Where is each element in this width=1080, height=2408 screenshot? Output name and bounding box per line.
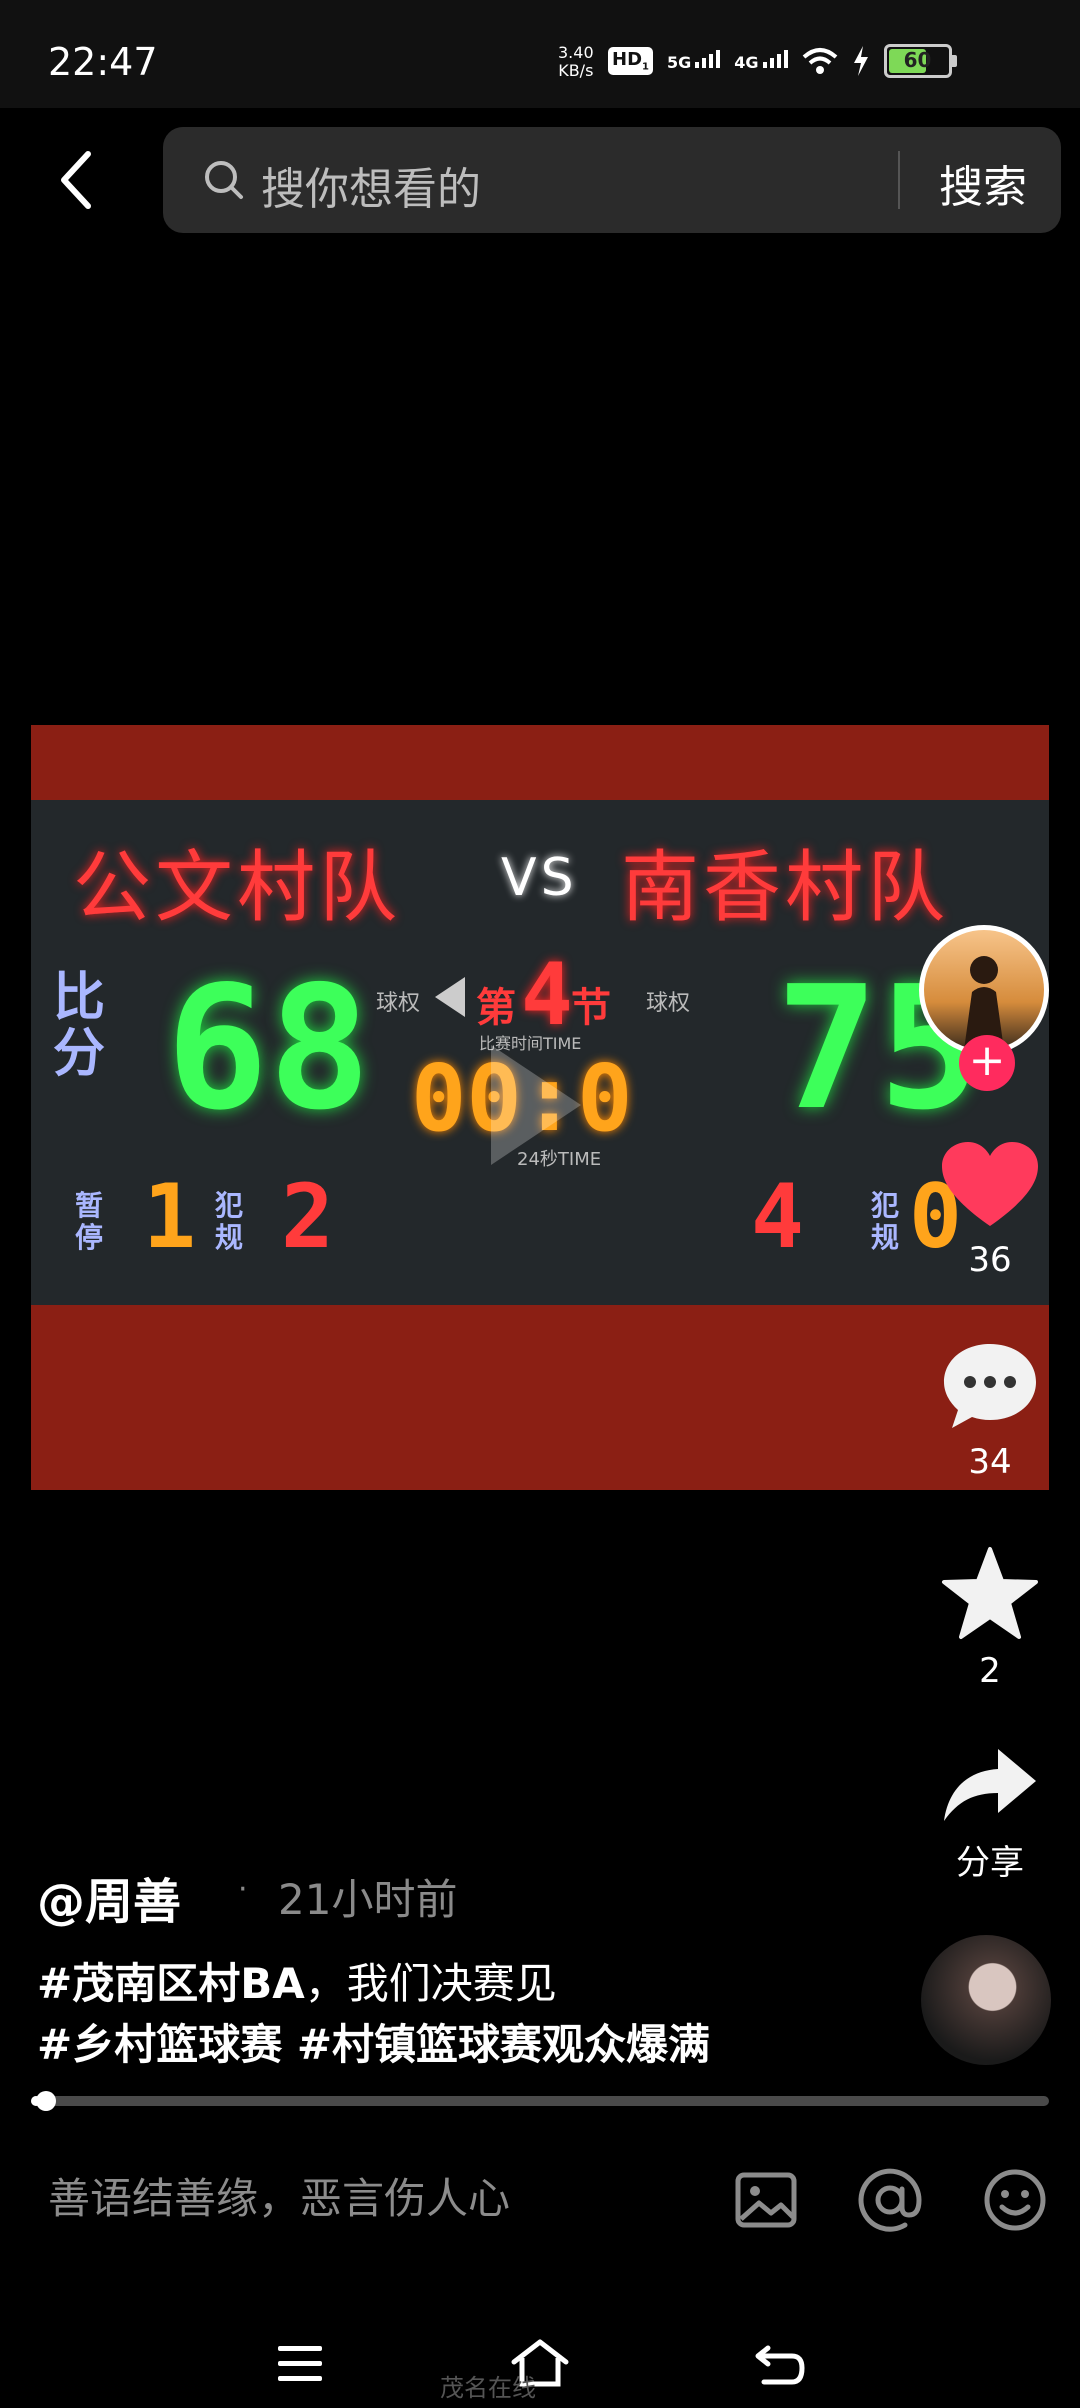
network-speed: 3.40 KB/s — [558, 43, 594, 80]
home-timeout-label: 暂停 — [75, 1189, 104, 1254]
video-player[interactable]: 公文村队 VS 南香村队 比分 68 75 球权 第 4 节 球权 比赛时间TI… — [31, 725, 1049, 1490]
video-progress-bar[interactable] — [31, 2096, 1049, 2106]
battery-icon: 60 — [883, 44, 957, 78]
away-team-name: 南香村队 — [621, 843, 950, 933]
signal-4g-icon: 4G — [734, 50, 788, 72]
share-arrow-icon — [944, 1749, 1036, 1821]
like-count: 36 — [968, 1240, 1012, 1280]
caption-text: ，我们决赛见 — [304, 1959, 557, 2008]
star-icon — [942, 1547, 1038, 1639]
caption-line-1: #茂南区村BA，我们决赛见 — [37, 1950, 557, 2011]
music-disc-avatar[interactable] — [921, 1935, 1051, 2065]
search-button[interactable]: 搜索 — [939, 151, 1027, 215]
away-foul-label: 犯规 — [871, 1189, 900, 1254]
person-silhouette-icon — [964, 956, 1004, 1050]
heart-icon — [942, 1142, 1038, 1226]
possession-right: 球权 — [646, 991, 691, 1016]
home-timeouts: 1 — [143, 1165, 196, 1268]
home-team-name: 公文村队 — [73, 843, 402, 933]
author-name[interactable]: @周善 — [37, 1862, 181, 1932]
mention-at-icon[interactable] — [857, 2167, 923, 2233]
possession-arrow-icon — [435, 977, 465, 1017]
system-nav-bar — [0, 2300, 1080, 2408]
favorite-count: 2 — [979, 1651, 1001, 1691]
comment-bubble-icon — [944, 1344, 1036, 1428]
comment-count: 34 — [968, 1442, 1012, 1482]
back-arrow-icon[interactable] — [56, 150, 96, 210]
post-time: 21小时前 — [278, 1875, 458, 1924]
search-bar[interactable]: 搜你想看的 搜索 — [163, 127, 1061, 233]
home-foul-label: 犯规 — [215, 1189, 244, 1254]
search-input[interactable]: 搜你想看的 — [261, 153, 481, 217]
charging-icon — [853, 46, 868, 76]
score-label: 比分 — [53, 968, 106, 1084]
possession-left: 球权 — [376, 991, 421, 1016]
follow-button[interactable]: + — [959, 1035, 1015, 1091]
share-button[interactable]: 分享 — [920, 1745, 1060, 1884]
back-nav-icon[interactable] — [754, 2344, 806, 2388]
favorite-button[interactable]: 2 — [920, 1545, 1060, 1691]
play-icon[interactable] — [491, 1045, 581, 1165]
menu-icon[interactable] — [276, 2344, 324, 2384]
wifi-icon — [802, 48, 837, 74]
watermark-logo: 茂名在线 — [440, 2374, 536, 2402]
image-icon[interactable] — [733, 2167, 799, 2233]
search-divider — [898, 151, 900, 209]
status-bar: 22:47 3.40 KB/s HD1 5G 4G 60 — [0, 0, 1080, 108]
search-icon — [205, 161, 243, 199]
period-prefix: 第 — [476, 985, 516, 1031]
comment-button[interactable]: 34 — [920, 1340, 1060, 1482]
emoji-icon[interactable] — [982, 2167, 1048, 2233]
progress-handle[interactable] — [36, 2091, 56, 2111]
home-score: 68 — [166, 950, 371, 1148]
status-icons: HD1 5G 4G 60 — [608, 44, 957, 78]
home-fouls: 2 — [281, 1165, 334, 1268]
hashtag-link[interactable]: #茂南区村BA — [37, 1959, 305, 2008]
hd-icon: HD1 — [608, 47, 653, 75]
status-time: 22:47 — [48, 40, 158, 84]
period-suffix: 节 — [571, 985, 611, 1031]
away-timeouts: 4 — [751, 1165, 804, 1268]
comment-input[interactable]: 善语结善缘，恶言伤人心 — [48, 2165, 510, 2226]
scoreboard: 公文村队 VS 南香村队 比分 68 75 球权 第 4 节 球权 比赛时间TI… — [31, 800, 1049, 1305]
time-separator: · — [238, 1872, 248, 1907]
signal-5g-icon: 5G — [667, 50, 721, 72]
caption-hashtags[interactable]: #乡村篮球赛 #村镇篮球赛观众爆满 — [37, 2011, 710, 2072]
vs-label: VS — [501, 848, 578, 908]
share-label: 分享 — [956, 1843, 1024, 1883]
like-button[interactable]: 36 — [920, 1140, 1060, 1280]
